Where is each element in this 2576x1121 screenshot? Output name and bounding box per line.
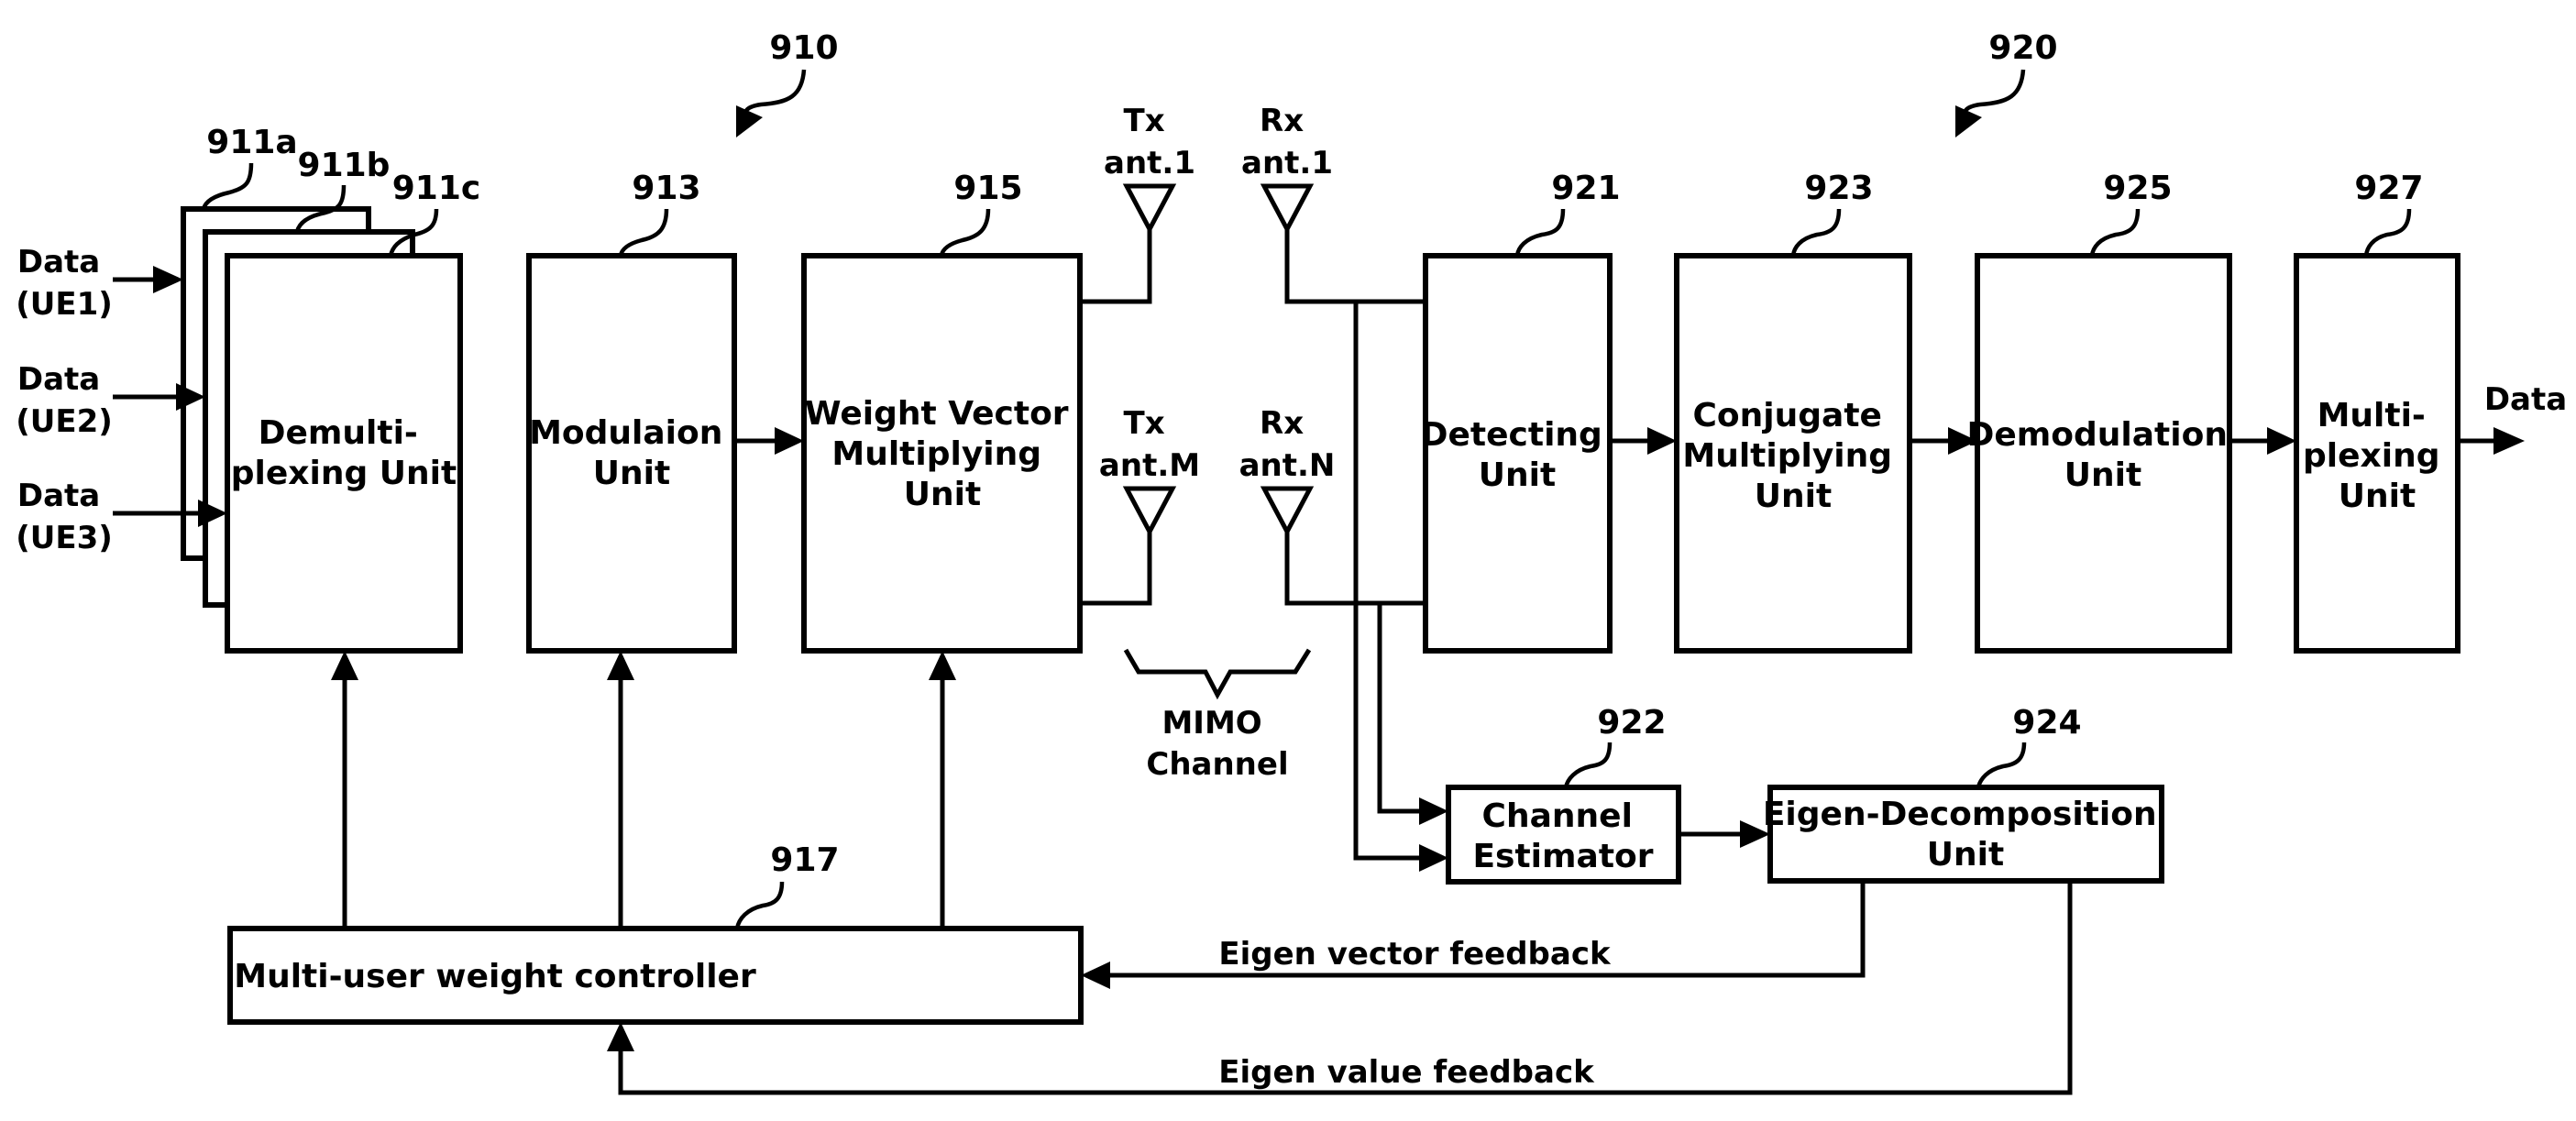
- tx-antenna-m-icon: [1122, 486, 1177, 537]
- tx-antenna-1-feed: [1080, 229, 1152, 304]
- ref-913: 913: [632, 170, 700, 207]
- modulation-unit[interactable]: Modulaion Unit 913: [526, 170, 737, 654]
- ref-915-leader: [939, 208, 991, 257]
- mimo-brace: [1123, 648, 1312, 700]
- ref-927-leader: [2363, 208, 2412, 257]
- eigen-decomposition-unit[interactable]: Eigen-Decomposition Unit 924: [1763, 704, 2168, 884]
- rx-antenna-n-label: Rx ant.N: [1239, 405, 1336, 484]
- ref-910-pointer: [743, 69, 807, 119]
- arrow-921-923-head: [1647, 427, 1677, 455]
- control-arrow-weight-head: [929, 651, 956, 680]
- control-arrow-demux-head: [331, 651, 358, 680]
- ref-924-leader: [1976, 742, 2027, 788]
- rx-antenna-n-icon: [1260, 486, 1315, 537]
- demux-unit-911c[interactable]: [225, 253, 463, 654]
- eigen-value-feedback-label: Eigen value feedback: [1218, 1054, 1595, 1091]
- ref-911c: 911c: [392, 170, 481, 207]
- tx-antenna-1: Tx ant.1: [1080, 103, 1195, 304]
- data-input-ue3-label: Data (UE3): [16, 478, 113, 556]
- ref-925-leader: [2089, 208, 2141, 257]
- eigen-value-feedback-arrowhead: [607, 1022, 634, 1051]
- tx-antenna-1-icon: [1122, 183, 1177, 235]
- ref-922: 922: [1597, 704, 1666, 742]
- ref-910: 910: [769, 29, 838, 67]
- arrow-913-915-head: [775, 427, 804, 455]
- bus-ant1-arrowhead: [1419, 844, 1448, 872]
- rx-antenna-1-label: Rx ant.1: [1241, 103, 1333, 181]
- multiplexing-unit[interactable]: Multi- plexing Unit 927: [2294, 170, 2460, 654]
- ref-913-leader: [618, 208, 669, 257]
- ref-923: 923: [1804, 170, 1873, 207]
- output-data-label: Data: [2484, 381, 2567, 418]
- ref-911a-leader: [201, 162, 254, 210]
- rx-antenna-n: Rx ant.N: [1239, 405, 1426, 606]
- ref-915: 915: [953, 170, 1022, 207]
- bus-ant1-to-estimator: [1353, 302, 1423, 861]
- ref-922-leader: [1563, 742, 1613, 788]
- data-input-ue1-arrowhead: [153, 266, 183, 293]
- modulation-unit-box[interactable]: [526, 253, 737, 654]
- rx-antenna-1-icon: [1260, 183, 1315, 235]
- tx-antenna-m-label: Tx ant.M: [1099, 405, 1200, 484]
- eigen-vector-feedback-label: Eigen vector feedback: [1218, 936, 1612, 973]
- weight-vector-unit[interactable]: Weight Vector Multiplying Unit 915: [801, 170, 1083, 654]
- block-diagram: 910 920 Demulti- plexing Unit 911a 911b …: [16, 29, 2567, 1095]
- ref-927: 927: [2354, 170, 2423, 207]
- demodulation-unit[interactable]: Demodulation Unit 925: [1966, 170, 2239, 654]
- tx-antenna-m-feed: [1080, 532, 1152, 606]
- detecting-unit[interactable]: Detecting Unit 921: [1421, 170, 1621, 654]
- ref-911b: 911b: [298, 147, 391, 184]
- eigen-vector-feedback-arrowhead: [1081, 962, 1110, 989]
- data-input-ue1: Data (UE1): [16, 244, 183, 323]
- ref-920-pointer: [1962, 69, 2026, 119]
- tx-antenna-m: Tx ant.M: [1080, 405, 1200, 606]
- ref-910-group: 910: [736, 29, 839, 137]
- mimo-channel-label: MIMO Channel: [1146, 705, 1288, 783]
- output-data-arrowhead: [2493, 427, 2525, 455]
- bus-antn-arrowhead: [1419, 797, 1448, 825]
- rx-antenna-1: Rx ant.1: [1241, 103, 1426, 304]
- ref-920-group: 920: [1955, 29, 2058, 137]
- multi-user-weight-controller-label: Multi-user weight controller: [234, 958, 756, 995]
- arrow-925-927-head: [2267, 427, 2296, 455]
- ref-917-leader: [734, 881, 785, 929]
- ref-920: 920: [1988, 29, 2057, 67]
- data-input-ue1-label: Data (UE1): [16, 244, 113, 323]
- ref-925: 925: [2103, 170, 2172, 207]
- data-input-ue2-label: Data (UE2): [16, 361, 113, 440]
- ref-921: 921: [1551, 170, 1620, 207]
- bus-antn-to-estimator: [1377, 603, 1423, 814]
- conjugate-multiplying-unit[interactable]: Conjugate Multiplying Unit 923: [1674, 170, 1912, 654]
- ref-921-leader: [1514, 208, 1566, 257]
- mimo-channel: MIMO Channel: [1123, 648, 1312, 783]
- demux-stack: Demulti- plexing Unit 911a 911b 911c: [181, 124, 481, 654]
- ref-911a: 911a: [206, 124, 297, 161]
- tx-antenna-1-label: Tx ant.1: [1104, 103, 1195, 181]
- data-input-ue2: Data (UE2): [16, 361, 205, 440]
- ref-924: 924: [2012, 704, 2081, 742]
- multi-user-weight-controller[interactable]: Multi-user weight controller 917: [227, 841, 1084, 1025]
- ref-923-leader: [1790, 208, 1842, 257]
- ref-917: 917: [770, 841, 839, 879]
- control-arrow-modulation-head: [607, 651, 634, 680]
- rx-antenna-1-feed: [1284, 229, 1426, 304]
- channel-estimator[interactable]: Channel Estimator 922: [1446, 704, 1681, 885]
